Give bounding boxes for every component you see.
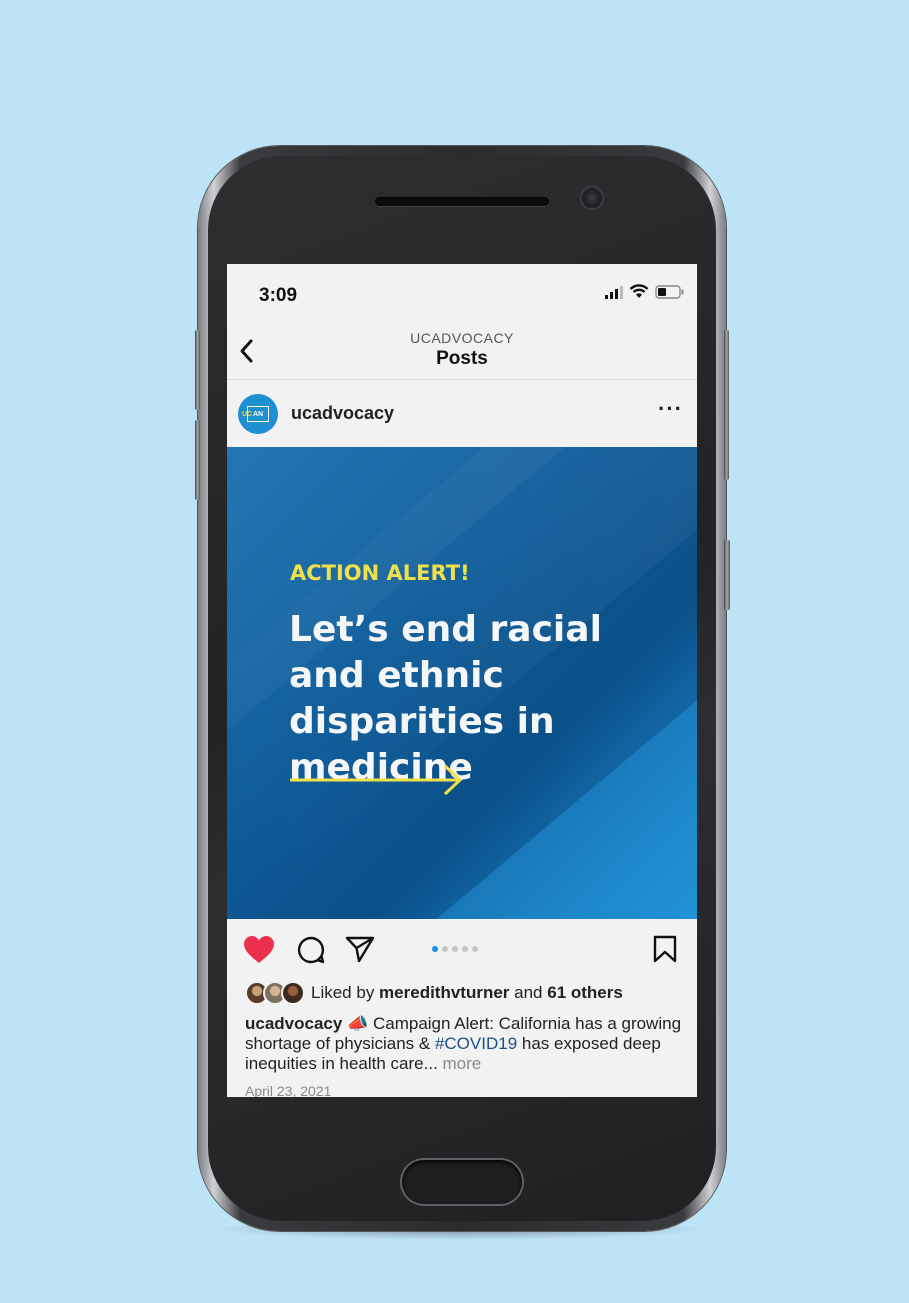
avatar-logo-prefix: UC	[242, 410, 253, 418]
side-grip	[724, 540, 730, 610]
post-username[interactable]: ucadvocacy	[291, 403, 394, 424]
post-header: UC AN ucadvocacy ···	[227, 380, 697, 446]
front-camera	[580, 186, 604, 210]
power-button	[724, 330, 729, 480]
bookmark-icon[interactable]	[653, 935, 677, 963]
phone-screen: 3:09 UCADVOCACY Posts UC AN ucadvocacy ·…	[227, 264, 697, 1097]
signal-icon	[605, 285, 623, 299]
status-time: 3:09	[259, 285, 298, 306]
carousel-dot	[452, 946, 458, 952]
wifi-icon	[629, 284, 649, 298]
likes-summary[interactable]: Liked by meredithvturner and 61 others	[245, 980, 623, 1006]
heart-icon[interactable]	[243, 935, 275, 965]
likes-middle: and	[509, 983, 548, 1002]
caption-more-link[interactable]: more	[443, 1054, 482, 1073]
caption-hashtag[interactable]: #COVID19	[435, 1034, 517, 1053]
avatar-logo: UC AN	[242, 406, 269, 422]
page-title: Posts	[436, 348, 488, 369]
earpiece-speaker	[375, 197, 549, 206]
caption-username[interactable]: ucadvocacy	[245, 1014, 342, 1033]
more-options-icon[interactable]: ···	[658, 398, 683, 420]
navigation-bar: UCADVOCACY Posts	[227, 324, 697, 380]
share-icon[interactable]	[345, 935, 375, 963]
volume-down-button	[195, 420, 200, 500]
carousel-dot	[442, 946, 448, 952]
liker-avatars	[245, 981, 305, 1005]
battery-icon	[655, 284, 684, 299]
likes-prefix: Liked by	[311, 983, 380, 1002]
post-caption: ucadvocacy 📣 Campaign Alert: California …	[245, 1014, 685, 1074]
carousel-dot-active	[432, 946, 438, 952]
arrow-right-icon	[290, 764, 463, 796]
avatar[interactable]: UC AN	[238, 394, 278, 434]
comment-icon[interactable]	[297, 936, 325, 964]
status-bar: 3:09	[227, 264, 697, 324]
post-actions	[227, 919, 697, 979]
carousel-dot	[472, 946, 478, 952]
image-alert-label: ACTION ALERT!	[290, 561, 470, 585]
carousel-dot	[462, 946, 468, 952]
post-date: April 23, 2021	[245, 1083, 332, 1097]
post-image[interactable]: ACTION ALERT! Let’s end racial and ethni…	[227, 447, 697, 919]
status-icons	[605, 284, 685, 299]
likes-others-count[interactable]: 61 others	[547, 983, 623, 1003]
liker-avatar	[281, 981, 305, 1005]
megaphone-icon: 📣	[347, 1014, 369, 1033]
liker-username[interactable]: meredithvturner	[379, 983, 509, 1003]
avatar-logo-text: AN	[252, 410, 264, 418]
home-button[interactable]	[402, 1160, 522, 1204]
carousel-indicator	[432, 946, 478, 952]
volume-up-button	[195, 330, 200, 410]
nav-account-name: UCADVOCACY	[410, 330, 514, 346]
